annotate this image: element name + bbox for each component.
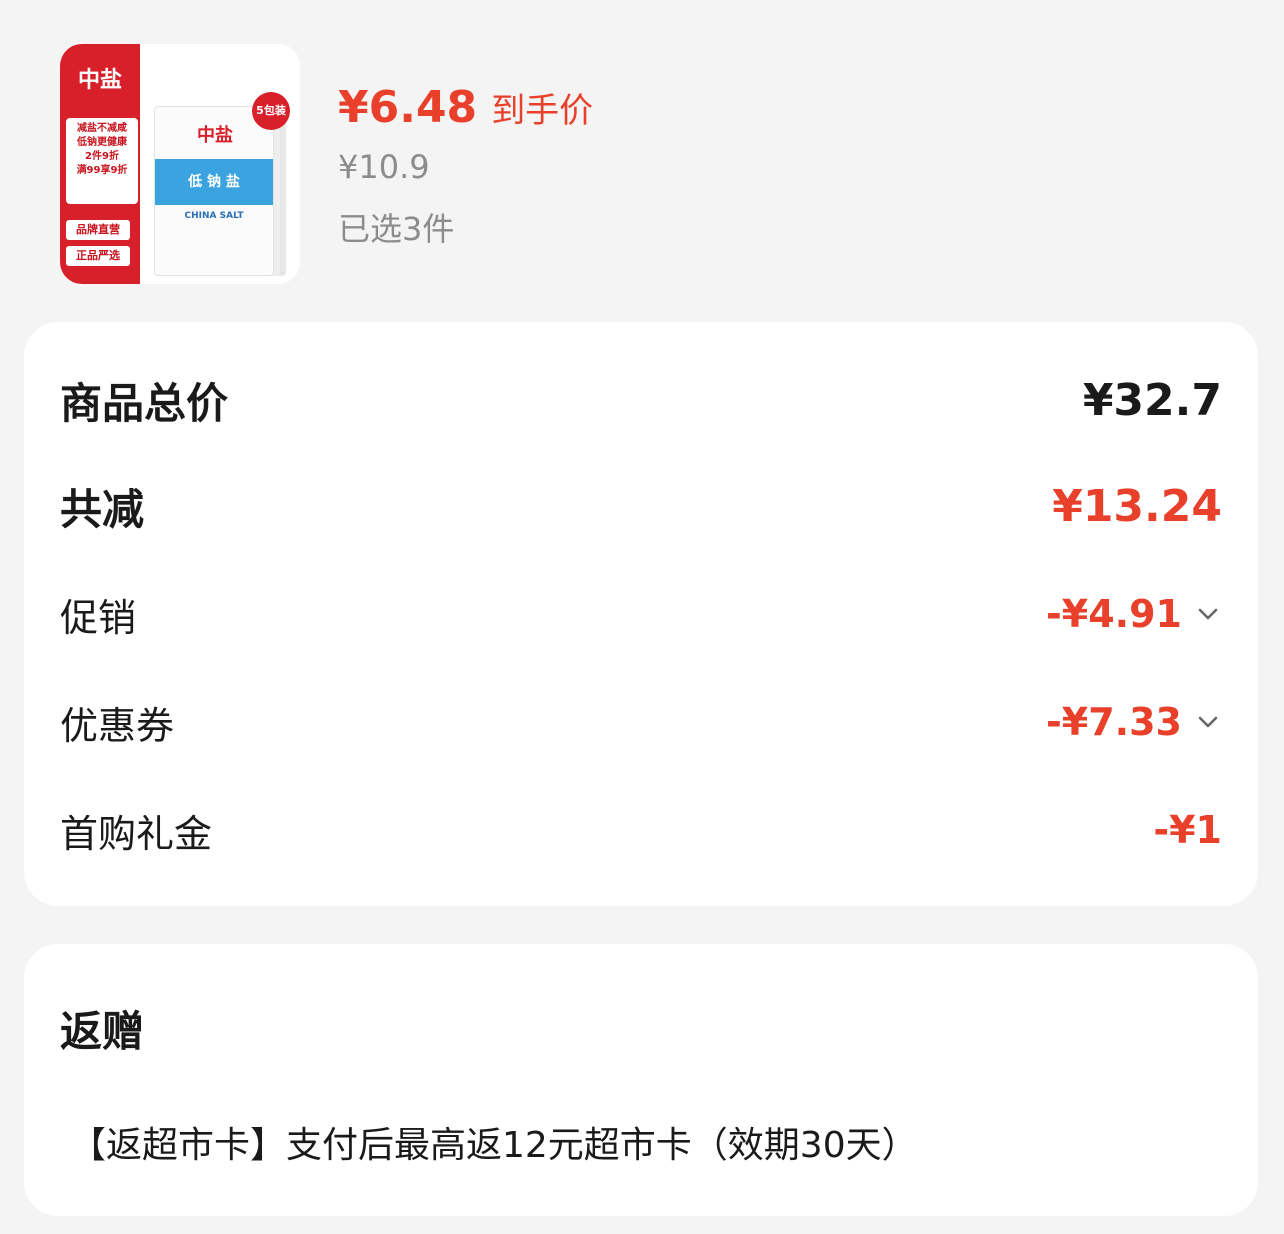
first-purchase-gift-value: -¥1 bbox=[1153, 808, 1222, 852]
first-purchase-gift-value-wrap: -¥1 bbox=[1153, 808, 1222, 852]
image-promo-line: 低钠更健康 bbox=[77, 137, 127, 148]
image-promo-line: 2件9折 bbox=[85, 151, 119, 162]
bag-product-name: 低 钠 盐 bbox=[155, 159, 273, 205]
coupon-value: -¥7.33 bbox=[1046, 700, 1182, 744]
rebate-description: 【返超市卡】支付后最高返12元超市卡（效期30天） bbox=[70, 1125, 918, 1166]
total-price-value: ¥32.7 bbox=[1082, 374, 1222, 426]
image-tag: 正品严选 bbox=[66, 246, 130, 266]
selected-count: 已选3件 bbox=[338, 210, 455, 248]
total-discount-value-wrap: ¥13.24 bbox=[1052, 481, 1222, 532]
rebate-card: 返赠 【返超市卡】支付后最高返12元超市卡（效期30天） bbox=[24, 944, 1258, 1216]
salt-bag-illustration: 中盐 低 钠 盐 CHINA SALT bbox=[154, 106, 274, 276]
image-promo-line: 减盐不减咸 bbox=[77, 123, 127, 134]
total-discount-value: ¥13.24 bbox=[1052, 480, 1222, 532]
total-price-value-wrap: ¥32.7 bbox=[1083, 375, 1222, 426]
image-tag: 品牌直营 bbox=[66, 220, 130, 240]
coupon-label: 优惠券 bbox=[60, 703, 175, 748]
final-price: ¥6.48 bbox=[338, 82, 478, 133]
final-price-line: ¥6.48 到手价 bbox=[338, 82, 593, 142]
total-price-label: 商品总价 bbox=[60, 378, 229, 428]
rebate-title: 返赠 bbox=[60, 1007, 145, 1056]
first-purchase-gift-label: 首购礼金 bbox=[60, 811, 213, 856]
brand-logo: 中盐 bbox=[77, 67, 122, 93]
product-image[interactable]: 中盐 减盐不减咸 低钠更健康 2件9折 满99享9折 品牌直营 正品严选 中盐 … bbox=[60, 44, 300, 284]
total-discount-row: 共减 ¥13.24 bbox=[60, 476, 1222, 536]
promotion-value-wrap[interactable]: -¥4.91 bbox=[1046, 592, 1222, 636]
product-header: 中盐 减盐不减咸 低钠更健康 2件9折 满99享9折 品牌直营 正品严选 中盐 … bbox=[60, 44, 1240, 286]
promotion-label: 促销 bbox=[60, 595, 137, 640]
bag-brand: 中盐 bbox=[197, 125, 233, 146]
promotion-row[interactable]: 促销 -¥4.91 bbox=[60, 584, 1222, 644]
total-discount-label: 共减 bbox=[60, 484, 145, 534]
chevron-down-icon[interactable] bbox=[1194, 708, 1222, 736]
coupon-row[interactable]: 优惠券 -¥7.33 bbox=[60, 692, 1222, 752]
price-summary-card: 商品总价 ¥32.7 共减 ¥13.24 促销 -¥4.91 优惠券 -¥7.3… bbox=[24, 322, 1258, 906]
total-price-row: 商品总价 ¥32.7 bbox=[60, 370, 1222, 430]
order-price-detail-page: 中盐 减盐不减咸 低钠更健康 2件9折 满99享9折 品牌直营 正品严选 中盐 … bbox=[0, 0, 1284, 1234]
promotion-value: -¥4.91 bbox=[1046, 592, 1182, 636]
coupon-value-wrap[interactable]: -¥7.33 bbox=[1046, 700, 1222, 744]
pack-badge: 5包装 bbox=[252, 92, 290, 130]
first-purchase-gift-row: 首购礼金 -¥1 bbox=[60, 800, 1222, 860]
chevron-down-icon[interactable] bbox=[1194, 600, 1222, 628]
image-promo-box: 减盐不减咸 低钠更健康 2件9折 满99享9折 bbox=[66, 118, 138, 204]
image-promo-line: 满99享9折 bbox=[76, 165, 128, 176]
original-price: ¥10.9 bbox=[338, 148, 430, 186]
final-price-label: 到手价 bbox=[491, 91, 594, 131]
bag-subtitle: CHINA SALT bbox=[184, 211, 244, 221]
